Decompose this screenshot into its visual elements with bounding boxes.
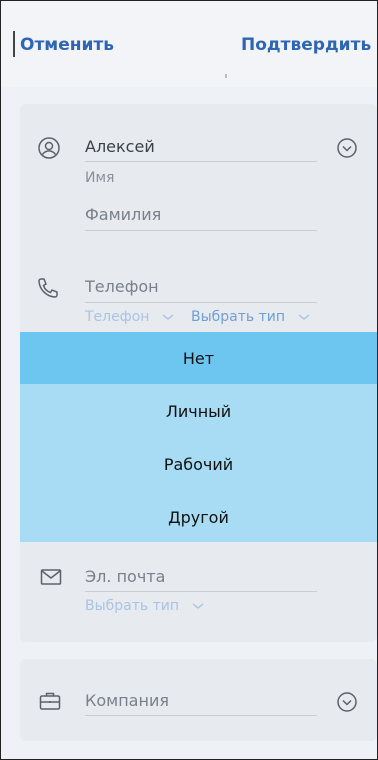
mail-icon xyxy=(40,569,62,585)
dropdown-option-none[interactable]: Нет xyxy=(20,332,377,384)
phone-choose-chevron-icon xyxy=(298,314,310,320)
company-chevron-down-icon[interactable] xyxy=(335,690,359,714)
email-choose-type[interactable]: Выбрать тип xyxy=(85,598,179,614)
edge-marker xyxy=(13,31,15,57)
cancel-button[interactable]: Отменить xyxy=(20,35,114,55)
phone-field[interactable]: Телефон xyxy=(85,277,159,296)
email-underline xyxy=(85,591,317,592)
type-dropdown: Нет Личный Рабочий Другой xyxy=(20,332,377,542)
first-name-field[interactable]: Алексей xyxy=(85,137,155,156)
email-field[interactable]: Эл. почта xyxy=(85,567,165,586)
header-bar: Отменить Подтвердить xyxy=(1,1,377,87)
phone-type-chevron-icon xyxy=(162,314,174,320)
briefcase-icon xyxy=(39,692,61,710)
phone-underline xyxy=(85,302,317,303)
first-name-underline xyxy=(85,161,317,162)
phone-icon xyxy=(38,278,58,298)
dropdown-option-work[interactable]: Рабочий xyxy=(20,438,377,490)
company-field[interactable]: Компания xyxy=(85,691,169,710)
confirm-button[interactable]: Подтвердить xyxy=(241,35,371,55)
last-name-field[interactable]: Фамилия xyxy=(85,205,161,224)
dropdown-option-other[interactable]: Другой xyxy=(20,491,377,543)
phone-type-label[interactable]: Телефон xyxy=(85,309,149,325)
person-icon xyxy=(38,137,60,159)
divider-mark xyxy=(225,74,227,78)
phone-choose-type[interactable]: Выбрать тип xyxy=(191,309,285,325)
dropdown-option-personal[interactable]: Личный xyxy=(20,385,377,437)
company-underline xyxy=(85,715,317,716)
company-card xyxy=(20,659,377,741)
chevron-down-icon[interactable] xyxy=(335,136,359,160)
last-name-underline xyxy=(85,230,317,231)
email-type-chevron-icon xyxy=(192,603,204,609)
screen: Отменить Подтвердить Алексей Имя Фамилия… xyxy=(0,0,378,760)
first-name-hint: Имя xyxy=(85,170,115,186)
